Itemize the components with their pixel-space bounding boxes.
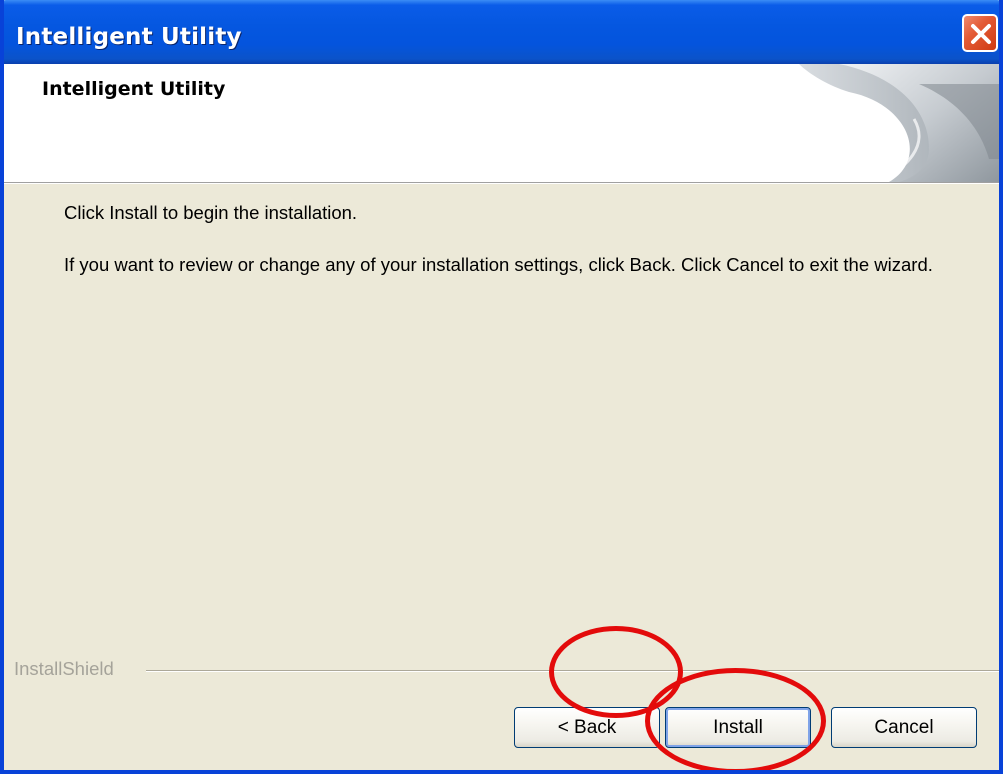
installer-dialog: Intelligent Utility Intelligent Utility [0,0,1003,774]
instruction-text: Click Install to begin the installation. [64,202,358,223]
installshield-label: InstallShield [14,658,114,679]
install-button[interactable]: Install [665,707,811,748]
window-title: Intelligent Utility [16,24,242,50]
title-bar[interactable]: Intelligent Utility [4,0,999,64]
cancel-button[interactable]: Cancel [831,707,977,748]
brand-row: InstallShield [4,656,999,682]
header-panel: Intelligent Utility [4,64,999,183]
header-separator [4,183,999,184]
header-title: Intelligent Utility [42,78,226,100]
close-button[interactable] [962,14,998,52]
back-button[interactable]: < Back [514,707,660,748]
review-text: If you want to review or change any of y… [64,254,933,275]
brand-divider [146,670,999,672]
close-icon [971,24,991,44]
installshield-graphic [799,64,999,182]
